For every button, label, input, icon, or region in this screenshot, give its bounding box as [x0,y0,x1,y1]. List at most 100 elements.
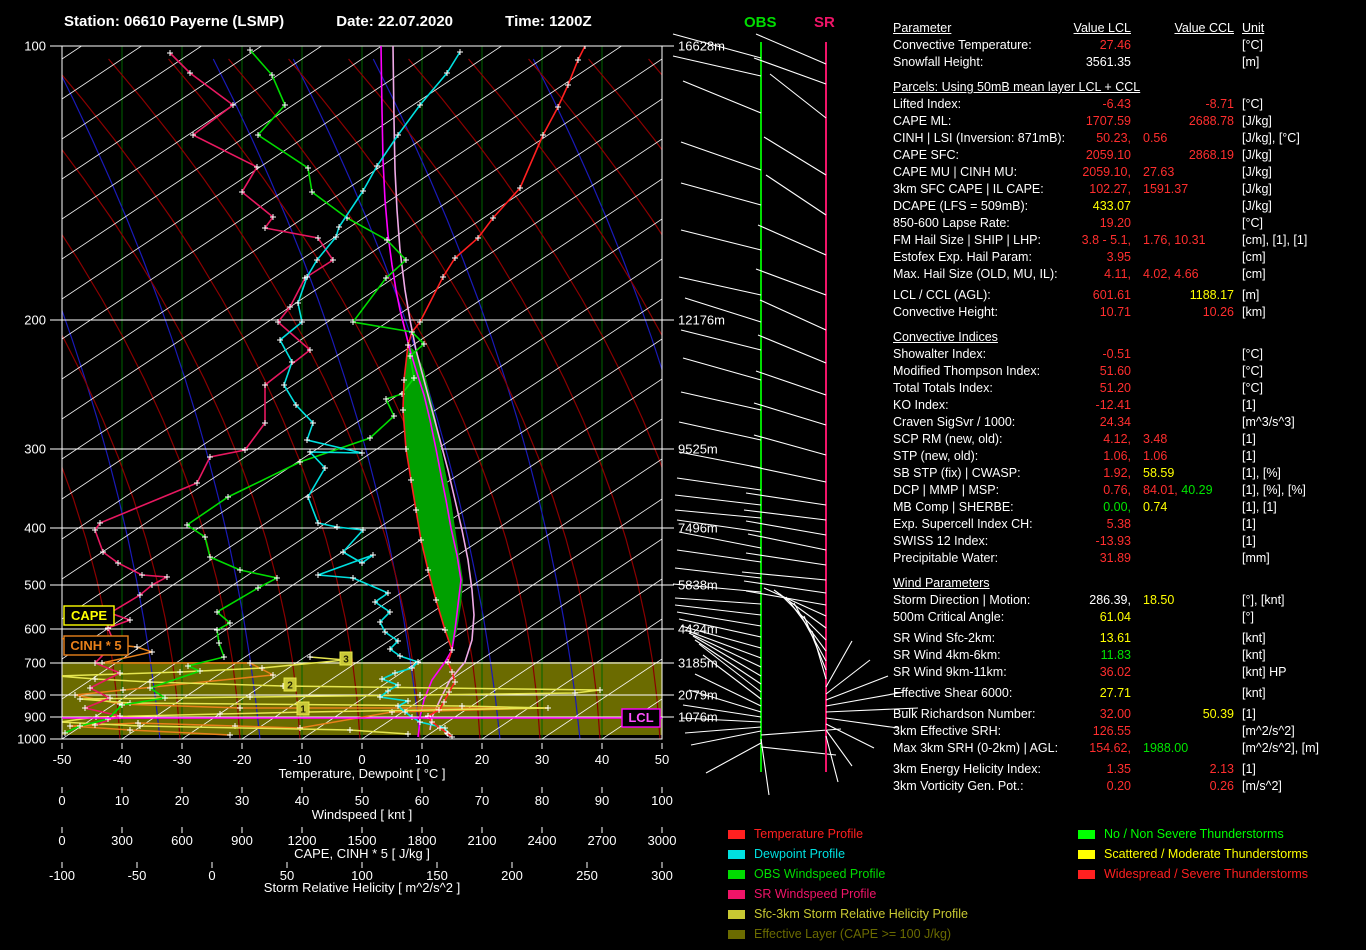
svg-text:2079m: 2079m [678,688,718,703]
value-lcl: 51.60 [1046,363,1131,380]
legend-item: Dewpoint Profile [728,844,968,864]
value-part: 10.31 [1171,233,1206,247]
value-part: 3561.35 [1086,55,1131,69]
value-lcl: 24.34 [1046,414,1131,431]
header-value-lcl: Value LCL [1046,20,1131,37]
unit-label: [1] [1242,706,1363,723]
parameter-row: Modified Thompson Index:51.60[°C] [893,363,1363,380]
parameter-label: 3km SFC CAPE | IL CAPE: [893,181,1038,198]
legend-swatch [728,870,745,879]
value-lcl: 601.61 [1046,287,1131,304]
svg-text:300: 300 [24,442,46,457]
value-part: -0.51 [1103,347,1132,361]
svg-text:200: 200 [501,868,523,883]
value-part: 50.23, [1096,131,1131,145]
parameter-row: DCAPE (LFS = 509mB):433.07[J/kg] [893,198,1363,215]
parameter-label: SWISS 12 Index: [893,533,1038,550]
unit-label: [m] [1242,54,1363,71]
profile-legend: Temperature ProfileDewpoint ProfileOBS W… [728,824,968,944]
value-part: 0.74 [1143,500,1167,514]
svg-text:60: 60 [415,793,429,808]
svg-text:-100: -100 [49,868,75,883]
unit-label: [°C] [1242,346,1363,363]
legend-item: Temperature Profile [728,824,968,844]
parameter-label: CAPE MU | CINH MU: [893,164,1038,181]
value-empty [1139,198,1234,215]
parameter-row: Effective Shear 6000:27.71[knt] [893,685,1363,702]
value-lcl: 13.61 [1046,630,1131,647]
value-lcl: -12.41 [1046,397,1131,414]
value-lcl: 27.46 [1046,37,1131,54]
temperature-profile [403,46,585,737]
value-after: 27.63 [1139,164,1234,181]
parameter-label: STP (new, old): [893,448,1038,465]
value-after: 1988.00 [1139,740,1234,757]
bottom-axes: -50-40-30-20-1001020304050Temperature, D… [49,743,676,895]
value-ccl: 2688.78 [1139,113,1234,130]
svg-text:90: 90 [595,793,609,808]
header-parameter: Parameter [893,20,1038,37]
value-part: 3.95 [1107,250,1131,264]
table-header-row: Parameter Value LCL Value CCL Unit [893,20,1363,37]
parameter-row: CAPE SFC:2059.102868.19[J/kg] [893,147,1363,164]
parameter-row: Precipitable Water:31.89[mm] [893,550,1363,567]
value-lcl: 10.71 [1046,304,1131,321]
svg-text:3: 3 [343,655,349,666]
value-part: 1188.17 [1190,288,1234,302]
parameter-label: LCL / CCL (AGL): [893,287,1038,304]
section-header: Wind Parameters [893,575,1363,592]
value-part: 2.13 [1210,762,1234,776]
value-part: 601.61 [1093,288,1131,302]
unit-label: [1] [1242,431,1363,448]
unit-label: [m/s^2] [1242,778,1363,795]
value-lcl: 50.23, [1046,130,1131,147]
value-after: 3.48 [1139,431,1234,448]
value-part: 154.62, [1089,741,1131,755]
parameter-label: Lifted Index: [893,96,1038,113]
legend-label: Widespread / Severe Thunderstorms [1104,867,1308,881]
value-lcl: 36.02 [1046,664,1131,681]
value-empty [1139,37,1234,54]
legend-item: SR Windspeed Profile [728,884,968,904]
value-empty [1139,54,1234,71]
unit-label: [cm], [1], [1] [1242,232,1363,249]
legend-label: Temperature Profile [754,827,863,841]
unit-label: [J/kg] [1242,181,1363,198]
legend-item: Sfc-3km Storm Relative Helicity Profile [728,904,968,924]
value-empty [1139,363,1234,380]
unit-label: [m] [1242,287,1363,304]
parameter-label: Convective Height: [893,304,1038,321]
value-part: 51.60 [1100,364,1131,378]
svg-text:LCL: LCL [628,710,653,725]
legend-swatch [1078,830,1095,839]
parameter-row: Max 3km SRH (0-2km) | AGL:154.62,1988.00… [893,740,1363,757]
parameter-label: 500m Critical Angle: [893,609,1038,626]
parameter-row: Showalter Index:-0.51[°C] [893,346,1363,363]
unit-label: [J/kg] [1242,198,1363,215]
svg-text:100: 100 [24,39,46,54]
value-lcl: 2059.10, [1046,164,1131,181]
value-lcl: -6.43 [1046,96,1131,113]
value-part: 84.01, [1143,483,1178,497]
value-part: 1988.00 [1143,741,1188,755]
value-lcl: 3561.35 [1046,54,1131,71]
parameter-label: Convective Temperature: [893,37,1038,54]
parameter-row: STP (new, old):1.06,1.06[1] [893,448,1363,465]
value-lcl: 27.71 [1046,685,1131,702]
value-empty [1139,664,1234,681]
parameter-label: Craven SigSvr / 1000: [893,414,1038,431]
legend-item: Scattered / Moderate Thunderstorms [1078,844,1308,864]
svg-text:900: 900 [231,833,253,848]
value-ccl: 2.13 [1139,761,1234,778]
svg-text:80: 80 [535,793,549,808]
value-part: 1707.59 [1086,114,1131,128]
svg-text:2: 2 [287,681,293,692]
parameter-row: 3km Effective SRH:126.55[m^2/s^2] [893,723,1363,740]
value-lcl: 286.39, [1046,592,1131,609]
unit-label: [km] [1242,304,1363,321]
legend-swatch [728,890,745,899]
svg-text:-10: -10 [293,752,312,767]
value-lcl: 3.95 [1046,249,1131,266]
value-ccl: 0.26 [1139,778,1234,795]
unit-label: [1] [1242,516,1363,533]
